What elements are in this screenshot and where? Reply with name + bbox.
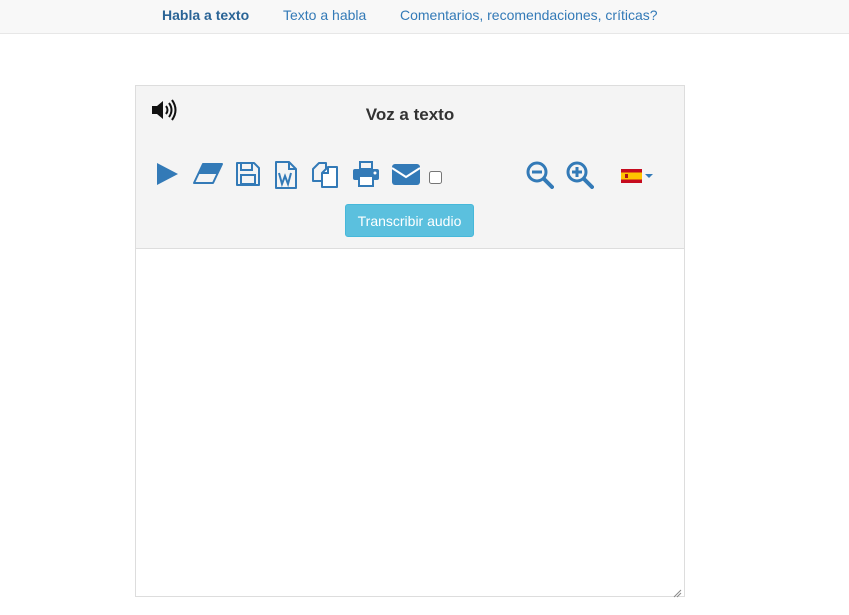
top-navbar: Habla a texto Texto a habla Comentarios,… xyxy=(0,0,849,34)
resize-handle-icon[interactable] xyxy=(672,585,682,598)
email-checkbox[interactable] xyxy=(429,171,442,184)
copy-icon[interactable] xyxy=(311,161,339,189)
transcript-textarea[interactable] xyxy=(136,249,684,596)
spain-flag-icon xyxy=(621,169,642,183)
nav-feedback[interactable]: Comentarios, recomendaciones, críticas? xyxy=(400,7,658,23)
nav-speech-to-text[interactable]: Habla a texto xyxy=(162,7,249,23)
panel-title: Voz a texto xyxy=(365,105,455,124)
nav-text-to-speech[interactable]: Texto a habla xyxy=(283,7,366,23)
email-icon[interactable] xyxy=(391,161,421,187)
eraser-icon[interactable] xyxy=(192,161,224,187)
panel-header: Voz a texto Transcribir audio xyxy=(136,86,684,249)
chevron-down-icon xyxy=(645,174,653,178)
save-icon[interactable] xyxy=(235,161,261,187)
transcribe-audio-button[interactable]: Transcribir audio xyxy=(345,204,474,237)
play-icon[interactable] xyxy=(154,161,180,187)
voice-to-text-panel: Voz a texto Transcribir audio xyxy=(135,85,685,598)
zoom-out-icon[interactable] xyxy=(526,161,554,189)
language-dropdown[interactable] xyxy=(621,168,661,186)
zoom-in-icon[interactable] xyxy=(566,161,594,189)
print-icon[interactable] xyxy=(352,161,380,187)
word-document-icon[interactable] xyxy=(273,161,299,189)
